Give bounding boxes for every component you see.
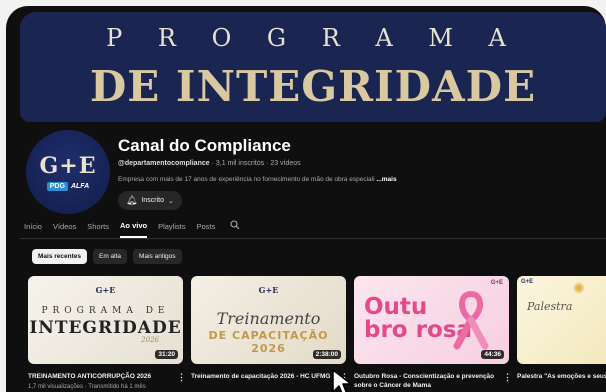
video-duration: 44:36 [481, 350, 504, 359]
video-meta: 1,7 mil visualizações · Transmitido há 1… [28, 384, 146, 390]
more-options-icon[interactable]: ⋮ [177, 372, 186, 383]
thumbnail-logo: G+E [490, 280, 503, 286]
tabs-divider [20, 238, 606, 239]
video-thumbnail[interactable]: G+E Outu bro rosa 44:36 [354, 276, 509, 364]
more-options-icon[interactable]: ⋮ [503, 372, 512, 383]
youtube-channel-page: P R O G R A M A DE INTEGRIDADE G+E PDG A… [6, 6, 606, 392]
video-duration: 31:20 [155, 350, 178, 359]
avatar-brand: ALFA [70, 183, 90, 190]
video-title[interactable]: Palestra "As emoções e seus comportament… [517, 372, 606, 381]
avatar-logo-sub: PDG ALFA [46, 182, 90, 191]
thumbnail-logo: G+E [521, 279, 534, 285]
thumbnail-text: Treinamento [216, 309, 321, 328]
chip-mais-antigos[interactable]: Mais antigos [133, 249, 182, 264]
sun-icon: ✺ [573, 280, 585, 296]
thumbnail-logo: G+E [258, 285, 279, 295]
video-thumbnail[interactable]: G+E PROGRAMA DE INTEGRIDADE 2026 31:20 [28, 276, 183, 364]
chip-em-alta[interactable]: Em alta [93, 249, 128, 264]
channel-handle[interactable]: @departamentocompliance [118, 160, 210, 167]
tab-posts[interactable]: Posts [197, 222, 216, 237]
video-title[interactable]: Outubro Rosa - Conscientização e prevenç… [354, 372, 502, 390]
bell-icon: 🔔︎ [126, 195, 138, 205]
banner-line-2: DE INTEGRIDADE [89, 62, 537, 111]
chip-mais-recentes[interactable]: Mais recentes [32, 249, 87, 264]
channel-description-text: Empresa com mais de 17 anos de experiênc… [118, 176, 375, 183]
channel-name: Canal do Compliance [118, 136, 291, 155]
thumbnail-text: 2026 [141, 336, 159, 344]
channel-stats: · 3,1 mil inscritos · 23 vídeos [211, 160, 301, 167]
subscribed-button[interactable]: 🔔︎ Inscrito ⌄ [118, 191, 182, 210]
channel-banner: P R O G R A M A DE INTEGRIDADE [20, 12, 606, 122]
thumbnail-text: INTEGRIDADE [29, 318, 182, 338]
mouse-cursor-icon [332, 369, 352, 392]
tab-inicio[interactable]: Início [24, 222, 42, 237]
banner-line-1: P R O G R A M A [106, 24, 520, 52]
channel-meta: @departamentocompliance · 3,1 mil inscri… [118, 160, 301, 167]
avatar-logo-mark: G+E [39, 153, 97, 179]
thumbnail-logo: G+E [95, 285, 116, 295]
thumbnail-text: Outu [364, 294, 428, 320]
pink-ribbon-icon [453, 290, 489, 350]
video-thumbnail[interactable]: G+E Treinamento DE CAPACITAÇÃO 2026 2:38… [191, 276, 346, 364]
tab-playlists[interactable]: Playlists [158, 222, 186, 237]
search-icon[interactable] [230, 220, 240, 239]
avatar-pill: PDG [46, 182, 68, 191]
video-thumbnail[interactable]: G+E ✺ Palestra [517, 276, 606, 364]
subscribed-label: Inscrito [141, 197, 164, 204]
video-title[interactable]: TREINAMENTO ANTICORRUPÇÃO 2026 [28, 372, 176, 381]
channel-avatar[interactable]: G+E PDG ALFA [26, 130, 110, 214]
tab-ao-vivo[interactable]: Ao vivo [119, 221, 148, 238]
tab-videos[interactable]: Vídeos [53, 222, 76, 237]
channel-description[interactable]: Empresa com mais de 17 anos de experiênc… [118, 176, 397, 183]
sort-chips: Mais recentes Em alta Mais antigos [32, 249, 182, 264]
search-icon-glyph [230, 220, 240, 230]
chevron-down-icon: ⌄ [168, 197, 174, 205]
video-duration: 2:38:00 [312, 350, 341, 359]
tab-shorts[interactable]: Shorts [87, 222, 109, 237]
channel-tabs: Início Vídeos Shorts Ao vivo Playlists P… [24, 220, 240, 239]
description-more-link[interactable]: ...mais [376, 176, 396, 183]
thumbnail-text: PROGRAMA DE [41, 306, 170, 316]
thumbnail-text: Palestra [527, 300, 573, 313]
video-title[interactable]: Treinamento de capacitação 2026 - HC UFM… [191, 372, 339, 381]
